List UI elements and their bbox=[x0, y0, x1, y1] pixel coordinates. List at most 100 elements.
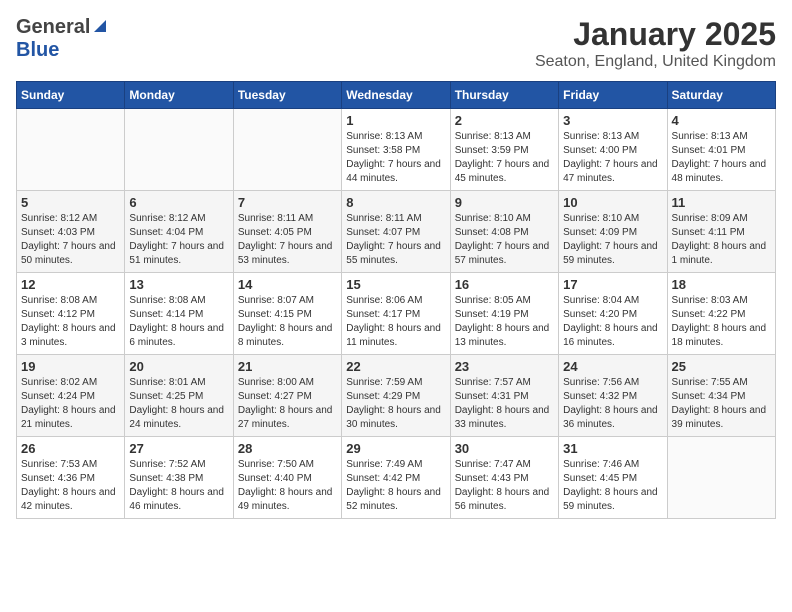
weekday-header-thursday: Thursday bbox=[450, 82, 558, 109]
day-number: 31 bbox=[563, 441, 662, 456]
calendar-cell bbox=[667, 437, 775, 519]
day-info: Sunrise: 7:53 AM Sunset: 4:36 PM Dayligh… bbox=[21, 458, 120, 514]
calendar-week-row: 26 Sunrise: 7:53 AM Sunset: 4:36 PM Dayli… bbox=[17, 437, 776, 519]
calendar-cell: 20 Sunrise: 8:01 AM Sunset: 4:25 PM Dayli… bbox=[125, 355, 233, 437]
day-info: Sunrise: 7:57 AM Sunset: 4:31 PM Dayligh… bbox=[455, 376, 554, 432]
day-info: Sunrise: 8:07 AM Sunset: 4:15 PM Dayligh… bbox=[238, 294, 337, 350]
day-info: Sunrise: 8:01 AM Sunset: 4:25 PM Dayligh… bbox=[129, 376, 228, 432]
calendar-cell: 30 Sunrise: 7:47 AM Sunset: 4:43 PM Dayli… bbox=[450, 437, 558, 519]
weekday-header-sunday: Sunday bbox=[17, 82, 125, 109]
day-info: Sunrise: 7:49 AM Sunset: 4:42 PM Dayligh… bbox=[346, 458, 445, 514]
day-number: 13 bbox=[129, 277, 228, 292]
day-info: Sunrise: 8:08 AM Sunset: 4:14 PM Dayligh… bbox=[129, 294, 228, 350]
day-info: Sunrise: 8:00 AM Sunset: 4:27 PM Dayligh… bbox=[238, 376, 337, 432]
day-number: 20 bbox=[129, 359, 228, 374]
day-number: 15 bbox=[346, 277, 445, 292]
calendar-cell: 24 Sunrise: 7:56 AM Sunset: 4:32 PM Dayli… bbox=[559, 355, 667, 437]
day-number: 26 bbox=[21, 441, 120, 456]
day-number: 14 bbox=[238, 277, 337, 292]
calendar-cell: 18Sunrise: 8:03 AM Sunset: 4:22 PM Dayli… bbox=[667, 273, 775, 355]
calendar-cell: 3Sunrise: 8:13 AM Sunset: 4:00 PM Daylig… bbox=[559, 109, 667, 191]
day-number: 17 bbox=[563, 277, 662, 292]
title-area: January 2025 Seaton, England, United Kin… bbox=[535, 16, 776, 71]
day-number: 19 bbox=[21, 359, 120, 374]
calendar-cell: 25Sunrise: 7:55 AM Sunset: 4:34 PM Dayli… bbox=[667, 355, 775, 437]
calendar-cell: 10 Sunrise: 8:10 AM Sunset: 4:09 PM Dayli… bbox=[559, 191, 667, 273]
logo-blue-text: Blue bbox=[16, 39, 59, 61]
calendar-cell: 26 Sunrise: 7:53 AM Sunset: 4:36 PM Dayli… bbox=[17, 437, 125, 519]
day-number: 10 bbox=[563, 195, 662, 210]
day-info: Sunrise: 7:59 AM Sunset: 4:29 PM Dayligh… bbox=[346, 376, 445, 432]
calendar-cell: 17 Sunrise: 8:04 AM Sunset: 4:20 PM Dayli… bbox=[559, 273, 667, 355]
day-number: 6 bbox=[129, 195, 228, 210]
day-info: Sunrise: 7:50 AM Sunset: 4:40 PM Dayligh… bbox=[238, 458, 337, 514]
weekday-header-tuesday: Tuesday bbox=[233, 82, 341, 109]
day-number: 22 bbox=[346, 359, 445, 374]
calendar-cell bbox=[233, 109, 341, 191]
day-number: 1 bbox=[346, 113, 445, 128]
calendar-cell: 12Sunrise: 8:08 AM Sunset: 4:12 PM Dayli… bbox=[17, 273, 125, 355]
day-info: Sunrise: 8:10 AM Sunset: 4:08 PM Dayligh… bbox=[455, 212, 554, 268]
location-text: Seaton, England, United Kingdom bbox=[535, 53, 776, 71]
day-info: Sunrise: 8:03 AM Sunset: 4:22 PM Dayligh… bbox=[672, 294, 771, 350]
day-number: 28 bbox=[238, 441, 337, 456]
calendar-cell: 16Sunrise: 8:05 AM Sunset: 4:19 PM Dayli… bbox=[450, 273, 558, 355]
day-number: 27 bbox=[129, 441, 228, 456]
day-number: 24 bbox=[563, 359, 662, 374]
calendar-cell: 22 Sunrise: 7:59 AM Sunset: 4:29 PM Dayli… bbox=[342, 355, 450, 437]
calendar-cell: 11 Sunrise: 8:09 AM Sunset: 4:11 PM Dayli… bbox=[667, 191, 775, 273]
calendar-week-row: 19 Sunrise: 8:02 AM Sunset: 4:24 PM Dayli… bbox=[17, 355, 776, 437]
calendar-week-row: 1 Sunrise: 8:13 AM Sunset: 3:58 PM Daylig… bbox=[17, 109, 776, 191]
calendar-cell bbox=[125, 109, 233, 191]
day-number: 16 bbox=[455, 277, 554, 292]
month-title: January 2025 bbox=[535, 16, 776, 53]
day-number: 3 bbox=[563, 113, 662, 128]
day-number: 9 bbox=[455, 195, 554, 210]
day-number: 21 bbox=[238, 359, 337, 374]
day-info: Sunrise: 8:10 AM Sunset: 4:09 PM Dayligh… bbox=[563, 212, 662, 268]
day-info: Sunrise: 8:13 AM Sunset: 3:58 PM Dayligh… bbox=[346, 130, 445, 186]
day-info: Sunrise: 8:11 AM Sunset: 4:07 PM Dayligh… bbox=[346, 212, 445, 268]
day-number: 2 bbox=[455, 113, 554, 128]
calendar-cell: 27 Sunrise: 7:52 AM Sunset: 4:38 PM Dayli… bbox=[125, 437, 233, 519]
day-info: Sunrise: 8:08 AM Sunset: 4:12 PM Dayligh… bbox=[21, 294, 120, 350]
day-info: Sunrise: 7:52 AM Sunset: 4:38 PM Dayligh… bbox=[129, 458, 228, 514]
day-number: 30 bbox=[455, 441, 554, 456]
weekday-header-row: SundayMondayTuesdayWednesdayThursdayFrid… bbox=[17, 82, 776, 109]
calendar-cell: 9 Sunrise: 8:10 AM Sunset: 4:08 PM Daylig… bbox=[450, 191, 558, 273]
day-info: Sunrise: 8:13 AM Sunset: 3:59 PM Dayligh… bbox=[455, 130, 554, 186]
calendar-cell: 28 Sunrise: 7:50 AM Sunset: 4:40 PM Dayli… bbox=[233, 437, 341, 519]
calendar-week-row: 12Sunrise: 8:08 AM Sunset: 4:12 PM Dayli… bbox=[17, 273, 776, 355]
day-info: Sunrise: 7:47 AM Sunset: 4:43 PM Dayligh… bbox=[455, 458, 554, 514]
day-info: Sunrise: 8:12 AM Sunset: 4:03 PM Dayligh… bbox=[21, 212, 120, 268]
day-info: Sunrise: 8:11 AM Sunset: 4:05 PM Dayligh… bbox=[238, 212, 337, 268]
weekday-header-wednesday: Wednesday bbox=[342, 82, 450, 109]
day-number: 7 bbox=[238, 195, 337, 210]
calendar-cell: 14 Sunrise: 8:07 AM Sunset: 4:15 PM Dayli… bbox=[233, 273, 341, 355]
day-number: 5 bbox=[21, 195, 120, 210]
day-info: Sunrise: 8:04 AM Sunset: 4:20 PM Dayligh… bbox=[563, 294, 662, 350]
day-number: 11 bbox=[672, 195, 771, 210]
calendar-cell: 2 Sunrise: 8:13 AM Sunset: 3:59 PM Daylig… bbox=[450, 109, 558, 191]
day-info: Sunrise: 7:46 AM Sunset: 4:45 PM Dayligh… bbox=[563, 458, 662, 514]
weekday-header-saturday: Saturday bbox=[667, 82, 775, 109]
calendar-cell: 29 Sunrise: 7:49 AM Sunset: 4:42 PM Dayli… bbox=[342, 437, 450, 519]
calendar-cell: 6Sunrise: 8:12 AM Sunset: 4:04 PM Daylig… bbox=[125, 191, 233, 273]
calendar-table: SundayMondayTuesdayWednesdayThursdayFrid… bbox=[16, 81, 776, 519]
calendar-cell: 15Sunrise: 8:06 AM Sunset: 4:17 PM Dayli… bbox=[342, 273, 450, 355]
day-number: 8 bbox=[346, 195, 445, 210]
calendar-cell: 5 Sunrise: 8:12 AM Sunset: 4:03 PM Daylig… bbox=[17, 191, 125, 273]
calendar-cell: 13 Sunrise: 8:08 AM Sunset: 4:14 PM Dayli… bbox=[125, 273, 233, 355]
day-number: 29 bbox=[346, 441, 445, 456]
calendar-week-row: 5 Sunrise: 8:12 AM Sunset: 4:03 PM Daylig… bbox=[17, 191, 776, 273]
day-number: 23 bbox=[455, 359, 554, 374]
calendar-cell: 7 Sunrise: 8:11 AM Sunset: 4:05 PM Daylig… bbox=[233, 191, 341, 273]
day-info: Sunrise: 8:13 AM Sunset: 4:01 PM Dayligh… bbox=[672, 130, 771, 186]
day-info: Sunrise: 7:56 AM Sunset: 4:32 PM Dayligh… bbox=[563, 376, 662, 432]
calendar-cell: 4Sunrise: 8:13 AM Sunset: 4:01 PM Daylig… bbox=[667, 109, 775, 191]
logo-triangle-icon bbox=[92, 18, 108, 39]
day-info: Sunrise: 7:55 AM Sunset: 4:34 PM Dayligh… bbox=[672, 376, 771, 432]
page-header: General Blue January 2025 Seaton, Englan… bbox=[16, 16, 776, 71]
day-info: Sunrise: 8:02 AM Sunset: 4:24 PM Dayligh… bbox=[21, 376, 120, 432]
day-info: Sunrise: 8:09 AM Sunset: 4:11 PM Dayligh… bbox=[672, 212, 771, 268]
